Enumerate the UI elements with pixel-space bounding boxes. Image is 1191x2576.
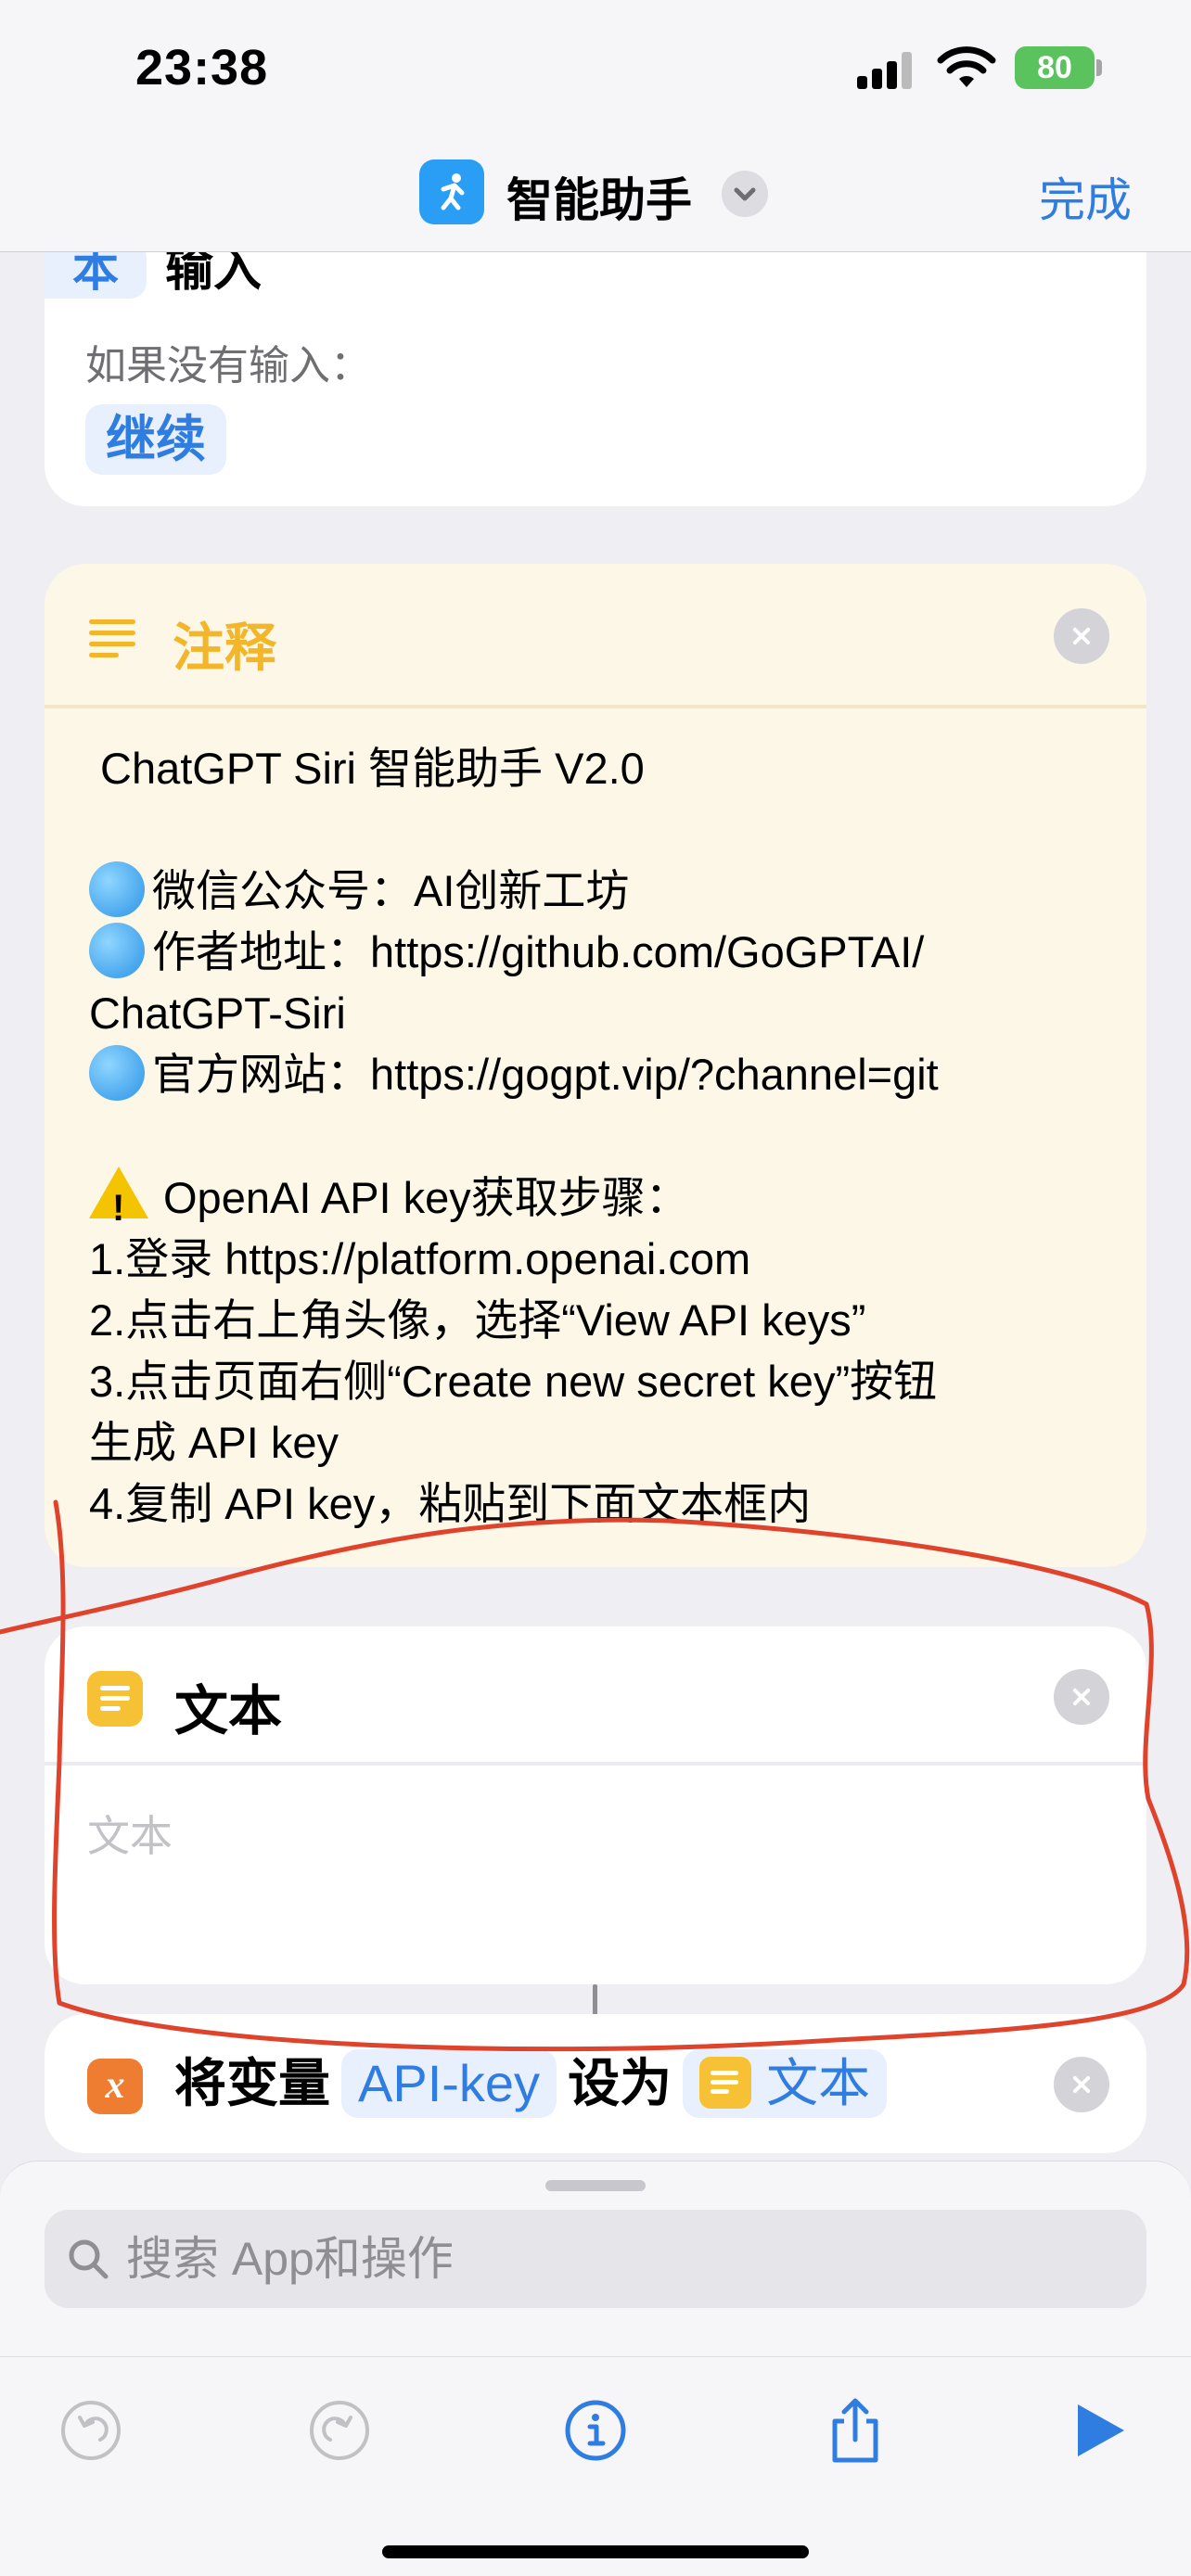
shortcut-icon[interactable]: [419, 159, 484, 224]
redo-icon[interactable]: [302, 2393, 377, 2468]
set-variable-row: 将变量 API-key 设为 文本: [174, 2049, 898, 2118]
done-button[interactable]: 完成: [1039, 163, 1132, 230]
cellular-signal-icon: [857, 52, 916, 89]
text-title: 文本: [174, 1681, 283, 1741]
variable-icon: x: [87, 2059, 143, 2114]
chevron-down-icon: [734, 187, 756, 201]
text-input-field[interactable]: 文本: [87, 1803, 173, 1864]
comment-line: ChatGPT-Siri: [89, 988, 346, 1038]
comment-blank: [89, 1105, 1119, 1167]
comment-action-card[interactable]: 注释 ChatGPT Siri 智能助手 V2.0 微信公众号：AI创新工坊 作…: [45, 564, 1146, 1567]
top-bar: 23:38 80 智能助手 完成: [0, 0, 1191, 252]
comment-line: 4.复制 API key，粘贴到下面文本框内: [89, 1479, 812, 1528]
close-icon[interactable]: [1054, 608, 1109, 664]
wifi-icon: [937, 46, 996, 87]
set-variable-prefix: 将变量: [174, 2054, 330, 2112]
comment-header: 注释: [45, 564, 1146, 708]
info-icon[interactable]: [558, 2393, 633, 2468]
comment-line: 微信公众号：AI创新工坊: [89, 861, 1119, 922]
close-icon[interactable]: [1054, 2057, 1109, 2112]
comment-line: 生成 API key: [89, 1418, 339, 1467]
globe-icon: [89, 923, 145, 978]
search-bar[interactable]: [45, 2210, 1146, 2308]
no-input-label: 如果没有输入：: [85, 343, 371, 389]
comment-blank: [89, 799, 1119, 861]
nav-title[interactable]: 智能助手: [506, 163, 692, 230]
battery-level: 80: [1037, 50, 1072, 85]
action-search-sheet: [0, 2161, 1191, 2576]
text-header: 文本: [45, 1626, 1146, 1766]
set-variable-middle: 设为: [568, 2054, 672, 2112]
toolbar-divider: [0, 2356, 1191, 2357]
comment-line: 官方网站：https://gogpt.vip/?channel=git: [89, 1044, 1119, 1105]
warning-icon: [89, 1167, 148, 1239]
set-variable-card[interactable]: x 将变量 API-key 设为 文本: [45, 2014, 1146, 2153]
share-icon[interactable]: [818, 2393, 892, 2468]
text-action-card[interactable]: 文本 文本: [45, 1626, 1146, 1984]
comment-line: ChatGPT Siri 智能助手 V2.0: [100, 744, 645, 793]
doc-icon: [87, 1671, 143, 1727]
comment-line: 1.登录 https://platform.openai.com: [89, 1234, 751, 1283]
variable-value-chip[interactable]: 文本: [683, 2049, 888, 2118]
run-icon: [441, 173, 465, 210]
battery-cap: [1096, 59, 1102, 76]
doc-icon: [699, 2057, 752, 2109]
globe-icon: [89, 1045, 145, 1101]
search-input[interactable]: [126, 2210, 1128, 2308]
close-icon[interactable]: [1054, 1669, 1109, 1725]
lines-icon: [89, 619, 135, 657]
comment-text[interactable]: ChatGPT Siri 智能助手 V2.0 微信公众号：AI创新工坊 作者地址…: [89, 738, 1119, 1535]
comment-line: 作者地址：https://github.com/GoGPTAI/: [89, 922, 1119, 983]
comment-title: 注释: [173, 618, 276, 677]
search-icon: [69, 2239, 109, 2279]
variable-name-chip[interactable]: API-key: [341, 2049, 557, 2118]
continue-chip[interactable]: 继续: [85, 404, 226, 475]
play-icon[interactable]: [1061, 2393, 1135, 2468]
comment-line: 2.点击右上角头像，选择“View API keys”: [89, 1295, 866, 1345]
battery-icon: 80: [1015, 46, 1095, 89]
action-connector: [593, 1984, 597, 2016]
home-indicator: [382, 2545, 809, 2558]
comment-line: OpenAI API key获取步骤：: [89, 1167, 1119, 1239]
comment-line: 3.点击页面右侧“Create new secret key”按钮: [89, 1357, 938, 1406]
status-time: 23:38: [135, 40, 269, 96]
sheet-grabber[interactable]: [545, 2180, 646, 2191]
title-menu-button[interactable]: [722, 171, 768, 217]
undo-icon[interactable]: [54, 2393, 128, 2468]
globe-icon: [89, 861, 145, 917]
